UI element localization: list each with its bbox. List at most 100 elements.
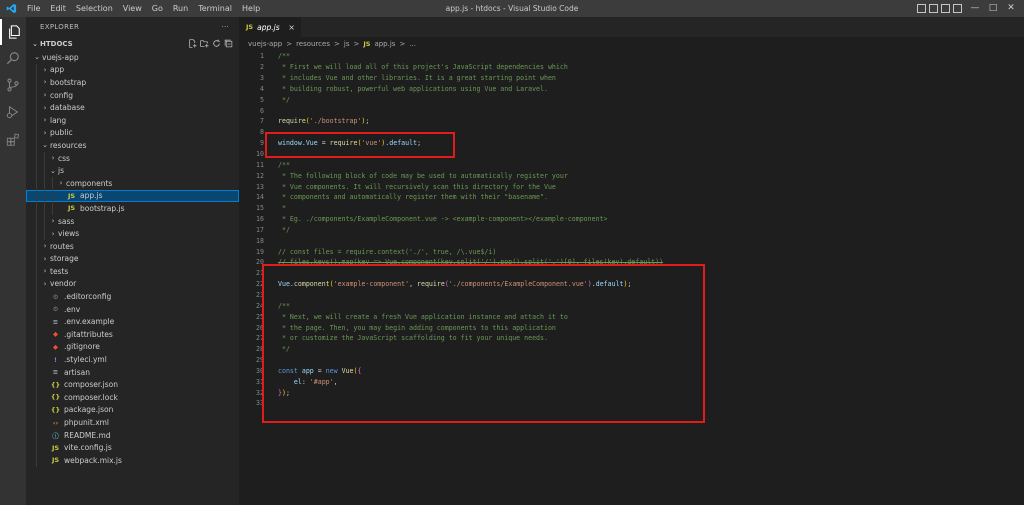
indent-guide [36,428,37,442]
toggle-sidebar-icon[interactable] [917,4,926,13]
tree-item-label: vite.config.js [64,443,112,453]
line-number: 31 [256,377,264,386]
new-file-icon[interactable] [188,39,197,48]
text-file-icon: ≡ [52,368,59,377]
code-token: ; [365,117,370,126]
tree-item-css[interactable]: › css [26,151,239,165]
indent-guide [36,63,37,77]
tree-item-sass[interactable]: › sass [26,214,239,228]
toggle-panel-icon[interactable] [929,4,938,13]
code-line: 4 * building robust, powerful web applic… [239,84,1024,95]
breadcrumb-resources[interactable]: resources [296,40,330,48]
tree-item-gitignore[interactable]: ◆ .gitignore [26,340,239,354]
menu-view[interactable]: View [118,0,147,17]
more-actions-icon[interactable]: ··· [221,23,229,31]
tree-item-readme-md[interactable]: ⓘ README.md [26,428,239,442]
code-line: 6 [239,105,1024,116]
tree-item-js[interactable]: ⌄ js [26,164,239,177]
close-tab-icon[interactable]: × [288,23,295,32]
search-icon[interactable] [0,45,26,71]
tree-item-styleci-yml[interactable]: ! .styleci.yml [26,353,239,366]
tree-item-config[interactable]: › config [26,88,239,102]
indent-guide [36,290,37,303]
breadcrumb-symbols[interactable]: ... [409,40,416,48]
tree-item-components[interactable]: › components [26,176,239,190]
run-debug-icon[interactable] [0,99,26,125]
code-line: 18 [239,235,1024,246]
line-number: 14 [256,193,264,202]
tree-item-app-js[interactable]: JS app.js [26,189,239,203]
menu-edit[interactable]: Edit [45,0,71,17]
line-number: 16 [256,215,264,224]
source-control-icon[interactable] [0,72,26,98]
tree-item-tests[interactable]: › tests [26,265,239,278]
tree-item-composer-json[interactable]: {} composer.json [26,378,239,392]
activity-bar [0,17,26,505]
refresh-icon[interactable] [212,39,221,48]
json-file-icon: {} [50,380,61,389]
tree-item-label: composer.lock [64,392,118,402]
collapse-all-icon[interactable] [224,39,233,48]
tree-item-routes[interactable]: › routes [26,239,239,253]
tree-item-env[interactable]: ⚙ .env [26,302,239,316]
tree-item-gitattributes[interactable]: ◆ .gitattributes [26,328,239,341]
tree-item-phpunit-xml[interactable]: ‹› phpunit.xml [26,416,239,429]
explorer-icon[interactable] [0,19,26,45]
indent-guide [36,113,37,127]
code-text: * Vue components. It will recursively sc… [264,183,556,191]
tree-item-public[interactable]: › public [26,126,239,140]
close-window-button[interactable]: ✕ [1002,0,1020,17]
chevron-down-icon: ⌄ [42,141,48,150]
tree-item-lang[interactable]: › lang [26,113,239,127]
breadcrumb-js[interactable]: js [344,40,350,48]
tree-item-env-example[interactable]: ≡ .env.example [26,315,239,329]
tree-item-database[interactable]: › database [26,101,239,114]
customize-layout-icon[interactable] [953,4,962,13]
indent-guide [52,189,53,203]
tab-app-js[interactable]: JS app.js × [239,17,301,37]
menu-help[interactable]: Help [237,0,265,17]
workspace-folder-htdocs[interactable]: ⌄ HTDOCS [26,37,239,51]
code-line: 2 * First we will load all of this proje… [239,62,1024,73]
breadcrumb-app-js[interactable]: app.js [374,40,395,48]
chevron-right-icon: › [43,78,47,87]
tree-item-bootstrap[interactable]: › bootstrap [26,76,239,89]
new-folder-icon[interactable] [200,39,209,48]
line-number: 15 [256,204,264,213]
maximize-button[interactable]: □ [984,0,1002,17]
tree-item-label: routes [50,241,74,251]
tree-item-bootstrap-js[interactable]: JS bootstrap.js [26,202,239,215]
menu-terminal[interactable]: Terminal [193,0,237,17]
breadcrumb-vuejs-app[interactable]: vuejs-app [248,40,282,48]
tree-item-webpack-mix-js[interactable]: JS webpack.mix.js [26,454,239,467]
tree-item-composer-lock[interactable]: {} composer.lock [26,391,239,404]
line-number: 25 [256,312,264,321]
indent-guide [44,214,45,228]
tree-item-app[interactable]: › app [26,63,239,77]
indent-guide [36,277,37,291]
tree-item-vuejs-app[interactable]: ⌄ vuejs-app [26,51,239,64]
menu-go[interactable]: Go [147,0,168,17]
menu-selection[interactable]: Selection [71,0,118,17]
breadcrumb-separator: > [334,40,340,48]
tree-item-artisan[interactable]: ≡ artisan [26,365,239,379]
menu-run[interactable]: Run [168,0,193,17]
indent-guide [44,176,45,190]
tree-item-storage[interactable]: › storage [26,252,239,266]
tree-item-vite-config-js[interactable]: JS vite.config.js [26,441,239,454]
explorer-sidebar: EXPLORER ··· ⌄ HTDOCS ⌄ vuejs-app › app › boo… [26,17,239,505]
tree-item-views[interactable]: › views [26,227,239,240]
menu-file[interactable]: File [22,0,45,17]
toggle-secondary-sidebar-icon[interactable] [941,4,950,13]
code-line: 3 * includes Vue and other libraries. It… [239,73,1024,84]
extensions-icon[interactable] [0,127,26,153]
tree-item-editorconfig[interactable]: ⚙ .editorconfig [26,290,239,303]
code-line: 17 */ [239,225,1024,236]
tree-item-resources[interactable]: ⌄ resources [26,139,239,152]
code-line: 19 // const files = require.context('./',… [239,246,1024,257]
tree-item-vendor[interactable]: › vendor [26,277,239,291]
code-token: * building robust, powerful web applicat… [278,84,548,93]
tree-item-package-json[interactable]: {} package.json [26,403,239,417]
line-number: 27 [256,334,264,343]
minimize-button[interactable]: — [966,0,984,17]
